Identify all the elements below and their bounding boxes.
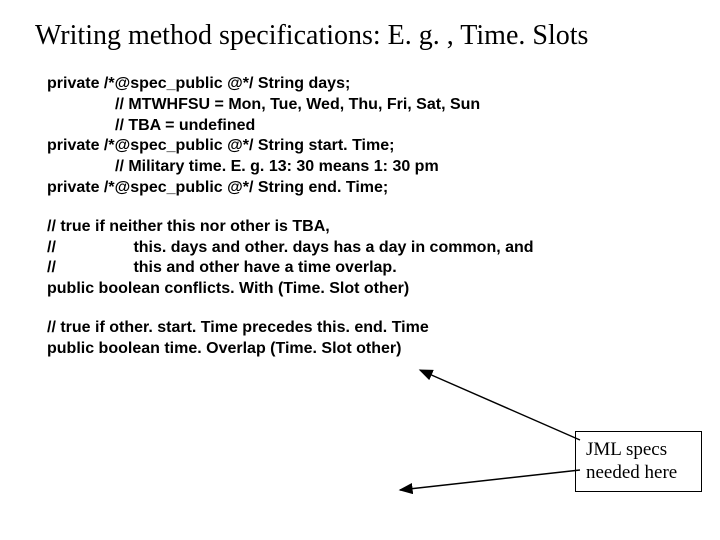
decl-days: private /*@spec_public @*/ String days; (47, 74, 685, 95)
method-conflictswith: // true if neither this nor other is TBA… (47, 217, 685, 300)
method1-signature: public boolean conflicts. With (Time. Sl… (47, 279, 685, 300)
method-timeoverlap: // true if other. start. Time precedes t… (47, 318, 685, 360)
decl-starttime: private /*@spec_public @*/ String start.… (47, 136, 685, 157)
slide: Writing method specifications: E. g. , T… (0, 0, 720, 540)
method1-comment-3: // this and other have a time overlap. (47, 258, 685, 279)
callout-box: JML specs needed here (575, 431, 702, 493)
method1-comment-1: // true if neither this nor other is TBA… (47, 217, 685, 238)
slide-title: Writing method specifications: E. g. , T… (35, 20, 685, 52)
decl-endtime: private /*@spec_public @*/ String end. T… (47, 178, 685, 199)
field-declarations: private /*@spec_public @*/ String days; … (47, 74, 685, 199)
callout-line-1: JML specs (586, 438, 691, 462)
decl-days-comment-1: // MTWHFSU = Mon, Tue, Wed, Thu, Fri, Sa… (115, 95, 685, 116)
callout-line-2: needed here (586, 461, 691, 485)
method2-comment-1: // true if other. start. Time precedes t… (47, 318, 685, 339)
method1-comment-2: // this. days and other. days has a day … (47, 238, 685, 259)
arrow-to-method2 (400, 470, 580, 490)
decl-starttime-comment: // Military time. E. g. 13: 30 means 1: … (115, 157, 685, 178)
decl-days-comment-2: // TBA = undefined (115, 116, 685, 137)
method2-signature: public boolean time. Overlap (Time. Slot… (47, 339, 685, 360)
arrow-to-method1 (420, 370, 580, 440)
